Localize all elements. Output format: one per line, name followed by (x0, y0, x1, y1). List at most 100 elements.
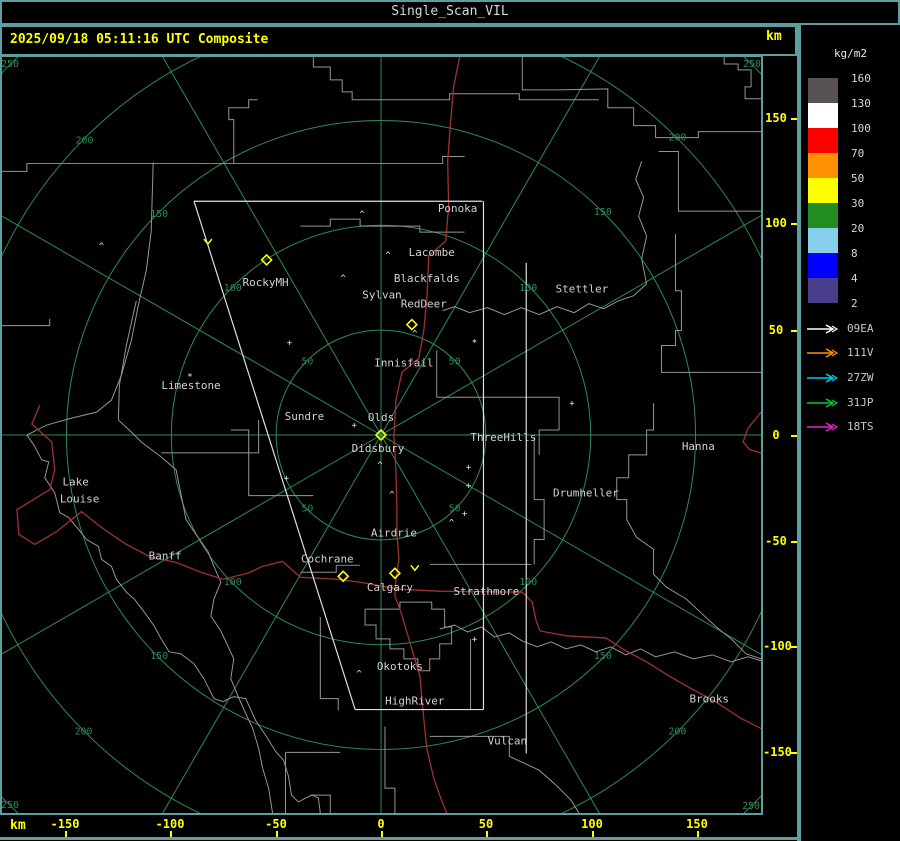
point-marker: * (472, 338, 477, 348)
vector-id-label: 18TS (847, 420, 874, 433)
boundary-line (352, 93, 599, 101)
city-label: Sundre (285, 410, 325, 423)
legend-value-label: 70 (851, 147, 865, 160)
ring-distance-label: 50 (449, 504, 461, 515)
city-label: HighRiver (385, 695, 445, 708)
right-axis-tick-label: 150 (765, 111, 787, 125)
vector-arrow (806, 397, 842, 409)
radar-site-diamond (388, 567, 402, 580)
ring-distance-label: 150 (150, 209, 168, 220)
legend-swatch (808, 78, 838, 103)
legend-swatch (808, 153, 838, 178)
vector-arrow-icon (807, 348, 839, 358)
radial-line (380, 434, 600, 813)
point-marker: + (351, 421, 356, 431)
ring-distance-label: 200 (668, 726, 686, 737)
point-marker: + (287, 338, 292, 348)
city-label: Calgary (367, 581, 414, 594)
vector-arrow (806, 323, 842, 335)
highway-line (742, 411, 761, 454)
boundary-line (312, 57, 353, 100)
city-label: Louise (60, 493, 100, 506)
radial-line (380, 434, 761, 655)
ring-distance-label: 150 (150, 651, 168, 662)
bottom-axis-tick-label: 150 (686, 817, 708, 831)
point-marker: ^ (389, 491, 395, 501)
radial-line (162, 434, 382, 813)
scan-timestamp: 2025/09/18 05:11:16 UTC Composite (10, 32, 269, 47)
city-label: Blackfalds (394, 272, 460, 285)
boundary-line (442, 161, 648, 316)
city-label: Brooks (690, 693, 730, 706)
city-label: Sylvan (362, 289, 402, 302)
bottom-axis-tick-label: -150 (50, 817, 80, 831)
legend-swatch (808, 178, 838, 203)
right-axis-tick-label: 0 (772, 428, 780, 442)
point-marker: ^ (99, 242, 105, 252)
bottom-axis-tick-label: 100 (581, 817, 603, 831)
legend-value-label: 30 (851, 197, 865, 210)
legend-unit-label: kg/m2 (833, 47, 868, 60)
city-label: RockyMH (243, 276, 289, 289)
ring-distance-label: 150 (594, 651, 612, 662)
city-label: Hanna (682, 440, 715, 453)
point-marker: ^ (385, 251, 391, 261)
legend-value-label: 100 (851, 122, 871, 135)
point-marker: ^ (341, 274, 347, 284)
bottom-border-line (0, 837, 801, 840)
right-axis-tick-label: -150 (763, 745, 792, 759)
city-label: Innisfail (374, 356, 433, 369)
legend-value-label: 2 (851, 297, 858, 310)
legend-value-label: 4 (851, 272, 858, 285)
ring-distance-label: 200 (76, 136, 94, 147)
legend-swatch (808, 228, 838, 253)
ring-distance-label: 50 (301, 504, 313, 515)
legend-value-label: 50 (851, 172, 865, 185)
ring-distance-label: 50 (449, 356, 461, 367)
bottom-axis-tick-label: -100 (155, 817, 185, 831)
bottom-axis-tick-label: -50 (265, 817, 287, 831)
ring-distance-label: 100 (519, 283, 537, 294)
bottom-axis-unit-label: km (10, 818, 26, 833)
vector-id-label: 31JP (847, 396, 874, 409)
legend-swatch (808, 128, 838, 153)
boundary-line (228, 99, 258, 164)
radar-site-diamond (260, 253, 273, 267)
vector-arrow-icon (807, 422, 839, 432)
point-marker: ^ (359, 210, 365, 220)
point-marker: + (466, 463, 471, 473)
vector-id-label: 09EA (847, 322, 874, 335)
boundary-line (538, 429, 560, 455)
vector-id-label: 111V (847, 346, 874, 359)
legend-swatch (808, 103, 838, 128)
point-marker: ^ (356, 670, 362, 680)
vector-arrow-icon (807, 324, 839, 334)
scan-header: 2025/09/18 05:11:16 UTC Composite (0, 25, 797, 56)
right-axis-tick-label: -50 (765, 534, 787, 548)
boundary-line (319, 617, 339, 711)
point-marker: + (466, 482, 471, 492)
point-marker: + (569, 399, 574, 409)
legend-value-label: 160 (851, 72, 871, 85)
ring-distance-label: 100 (224, 577, 242, 588)
city-label: Didsbury (352, 442, 405, 455)
legend-swatch (808, 253, 838, 278)
radar-app-window: { "title_bar": { "title": "Single_Scan_V… (0, 0, 900, 841)
vector-arrow-icon (807, 373, 839, 383)
boundary-line (436, 396, 560, 431)
legend-value-label: 8 (851, 247, 858, 260)
right-axis-unit-label: km (766, 29, 782, 44)
radar-site-diamond (405, 318, 418, 331)
ring-distance-label: 250 (2, 800, 19, 811)
point-marker: + (284, 474, 289, 484)
boundary-line (429, 735, 580, 813)
legend-swatch (808, 203, 838, 228)
ring-distance-label: 250 (743, 59, 761, 70)
legend-value-label: 130 (851, 97, 871, 110)
city-label: Drumheller (553, 487, 619, 500)
boundary-line (2, 318, 51, 327)
ring-distance-label: 100 (224, 283, 242, 294)
legend-value-label: 20 (851, 222, 865, 235)
boundary-line (161, 420, 260, 454)
boundary-line (533, 436, 545, 565)
